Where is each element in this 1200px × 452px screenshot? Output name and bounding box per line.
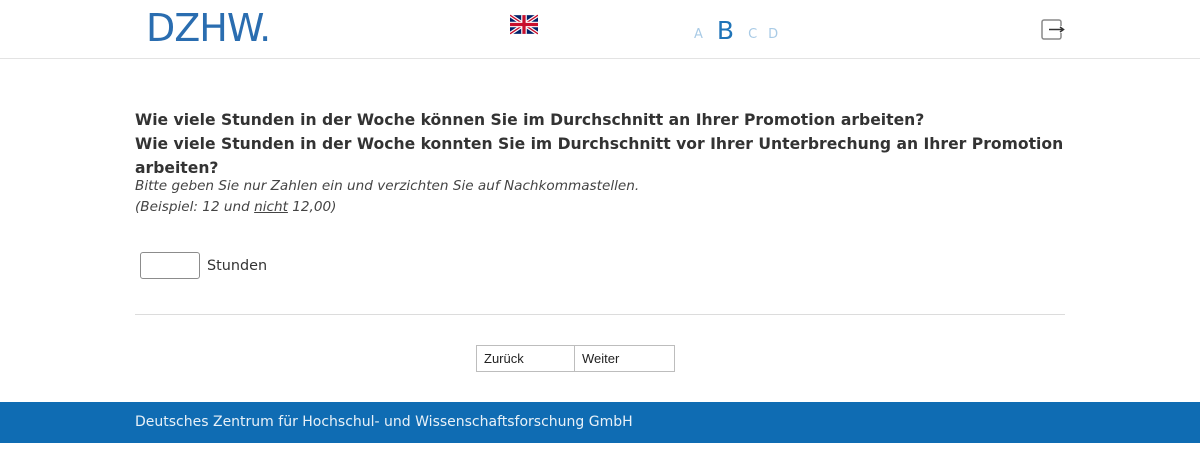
footer-text: Deutsches Zentrum für Hochschul- und Wis… (135, 414, 633, 430)
hint-line-2-pre: (Beispiel: 12 und (135, 199, 255, 215)
header: DZHW. A B C D (0, 0, 1200, 59)
logout-icon[interactable] (1041, 19, 1065, 40)
font-size-b[interactable]: B (717, 18, 734, 44)
footer: Deutsches Zentrum für Hochschul- und Wis… (0, 402, 1200, 443)
hint-line-2: (Beispiel: 12 und nicht 12,00) (135, 197, 639, 218)
hint-line-2-underlined: nicht (254, 199, 288, 215)
input-hint: Bitte geben Sie nur Zahlen ein und verzi… (135, 176, 639, 218)
question-line-2: Wie viele Stunden in der Woche konnten S… (135, 135, 1064, 177)
hint-line-2-post: 12,00) (287, 199, 337, 215)
hours-answer: Stunden (140, 252, 267, 279)
font-size-selector: A B C D (694, 14, 778, 44)
dzhw-logo[interactable]: DZHW. (146, 8, 271, 48)
hours-unit-label: Stunden (207, 257, 268, 274)
font-size-d[interactable]: D (768, 27, 778, 42)
font-size-a[interactable]: A (694, 27, 703, 42)
hint-line-1: Bitte geben Sie nur Zahlen ein und verzi… (135, 178, 640, 194)
question-text: Wie viele Stunden in der Woche können Si… (135, 108, 1075, 180)
uk-flag-icon[interactable] (510, 14, 538, 35)
font-size-c[interactable]: C (748, 27, 757, 42)
back-button[interactable]: Zurück (476, 345, 575, 372)
next-button[interactable]: Weiter (575, 345, 675, 372)
question-line-1: Wie viele Stunden in der Woche können Si… (135, 111, 925, 129)
divider (135, 314, 1065, 315)
navigation-buttons: Zurück Weiter (476, 345, 675, 372)
hours-input[interactable] (140, 252, 200, 279)
